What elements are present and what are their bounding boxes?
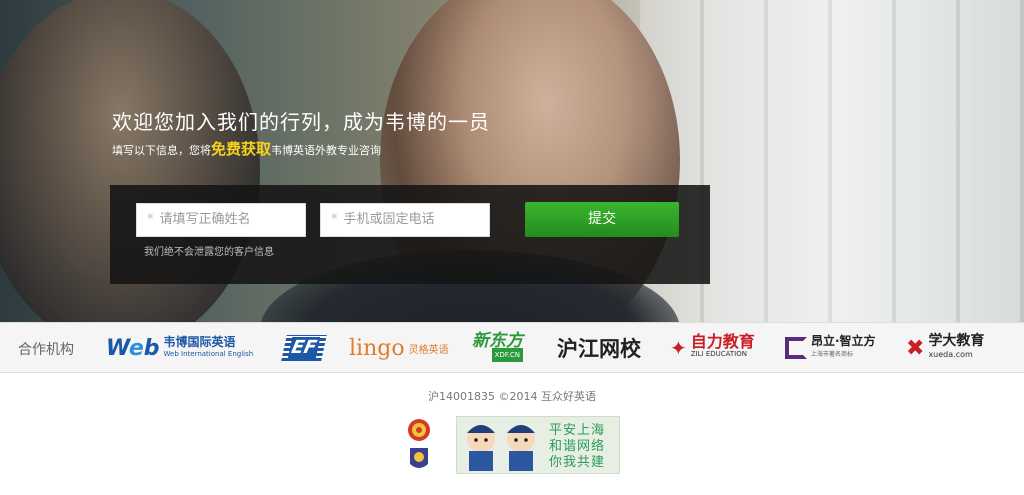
badge-line: 和谐网络 (549, 439, 606, 454)
partner-logo-xdf[interactable]: 新东方 XDF.CN (472, 331, 523, 365)
partner-name: 沪江网校 (557, 337, 641, 361)
badge-line: 平安上海 (549, 423, 606, 438)
partner-logo-angli[interactable]: 昂立·智立方 上海市著名商标 (785, 331, 876, 365)
partner-sub: Web International English (163, 350, 254, 358)
sub-before: 填写以下信息，您将 (112, 144, 211, 157)
phone-input[interactable]: * 手机或固定电话 (320, 203, 490, 237)
required-mark: * (331, 212, 338, 227)
badge-line: 你我共建 (549, 455, 606, 470)
required-mark: * (147, 212, 154, 227)
partner-sub: XDF.CN (491, 348, 523, 362)
partner-name: lingo (349, 335, 405, 361)
police-emblem-icon[interactable] (404, 416, 434, 474)
webi-logo-icon: Web (106, 335, 160, 361)
name-placeholder: 请填写正确姓名 (159, 212, 251, 227)
partners-label: 合作机构 (18, 342, 74, 358)
sub-highlight: 免费获取 (211, 140, 272, 158)
partner-name: 昂立·智立方 (811, 334, 876, 348)
angli-logo-icon (785, 337, 807, 359)
partner-sub: ZILI EDUCATION (690, 350, 747, 358)
xueda-logo-icon: ✖ (906, 335, 925, 361)
partner-sub: xueda.com (928, 350, 973, 359)
partner-name: EF (287, 337, 321, 358)
partner-logo-zili[interactable]: ✦ 自力教育 ZILI EDUCATION (670, 331, 755, 365)
partner-logo-xueda[interactable]: ✖ 学大教育 xueda.com (906, 331, 984, 365)
hero-banner: 欢迎您加入我们的行列，成为韦博的一员 填写以下信息，您将免费获取韦博英语外教专业… (0, 0, 1024, 322)
partner-logo-webi[interactable]: Web 韦博国际英语 Web International English (106, 331, 253, 365)
ef-logo-icon: EF (281, 335, 327, 361)
safe-shanghai-text: 平安上海 和谐网络 你我共建 (549, 423, 605, 471)
partner-sub: 上海市著名商标 (811, 351, 854, 358)
signup-form: * 请填写正确姓名 * 手机或固定电话 提交 我们绝不会泄露您的客户信息 (110, 185, 710, 284)
hero-headline: 欢迎您加入我们的行列，成为韦博的一员 (112, 110, 490, 134)
privacy-note: 我们绝不会泄露您的客户信息 (144, 247, 274, 258)
partners-bar: 合作机构 Web 韦博国际英语 Web International Englis… (0, 322, 1024, 373)
police-cartoon-icon (467, 425, 535, 471)
submit-button[interactable]: 提交 (525, 202, 679, 237)
partner-sub: 灵格英语 (408, 344, 449, 356)
partner-name: 自力教育 (690, 332, 755, 351)
partner-name: 学大教育 (928, 333, 985, 349)
safe-shanghai-banner[interactable]: 平安上海 和谐网络 你我共建 (456, 416, 620, 474)
partner-logo-ef[interactable]: EF (281, 331, 327, 365)
partner-logo-hujiang[interactable]: 沪江网校 (557, 331, 641, 365)
footer-copyright: 沪14001835 ©2014 互众好英语 (428, 390, 596, 403)
partner-name: 韦博国际英语 (163, 335, 236, 349)
zili-logo-icon: ✦ (670, 336, 687, 360)
hero-subheadline: 填写以下信息，您将免费获取韦博英语外教专业咨询 (112, 138, 381, 159)
partner-logo-lingo[interactable]: lingo 灵格英语 (349, 331, 449, 365)
name-input[interactable]: * 请填写正确姓名 (136, 203, 306, 237)
sub-after: 韦博英语外教专业咨询 (271, 144, 382, 157)
footer-badges: 平安上海 和谐网络 你我共建 (402, 416, 620, 474)
phone-placeholder: 手机或固定电话 (343, 212, 435, 227)
partner-name: 新东方 (472, 331, 523, 351)
